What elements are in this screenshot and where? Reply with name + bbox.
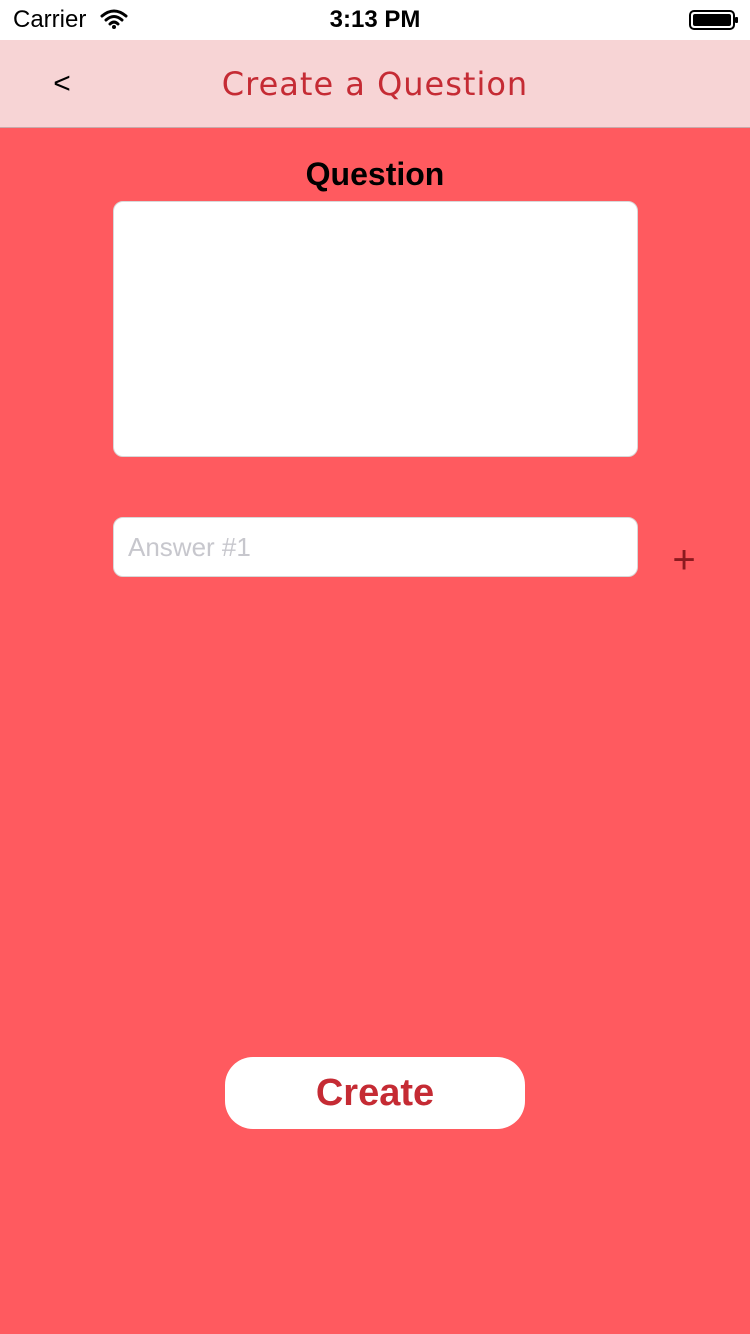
question-textarea[interactable] — [113, 201, 638, 457]
question-label: Question — [305, 156, 445, 192]
back-button[interactable]: < — [40, 62, 84, 106]
battery-icon — [689, 10, 738, 30]
status-bar: Carrier 3:13 PM — [0, 0, 750, 40]
add-answer-button[interactable]: + — [662, 538, 706, 582]
page-title: Create a Question — [221, 65, 529, 103]
plus-icon: + — [672, 538, 696, 582]
status-time: 3:13 PM — [329, 6, 421, 33]
answer-field-1[interactable] — [113, 517, 638, 577]
create-button[interactable]: Create — [225, 1057, 525, 1129]
create-question-screen: Carrier 3:13 PM < Create a Question Ques… — [0, 0, 750, 1334]
navigation-bar: < Create a Question — [0, 40, 750, 128]
